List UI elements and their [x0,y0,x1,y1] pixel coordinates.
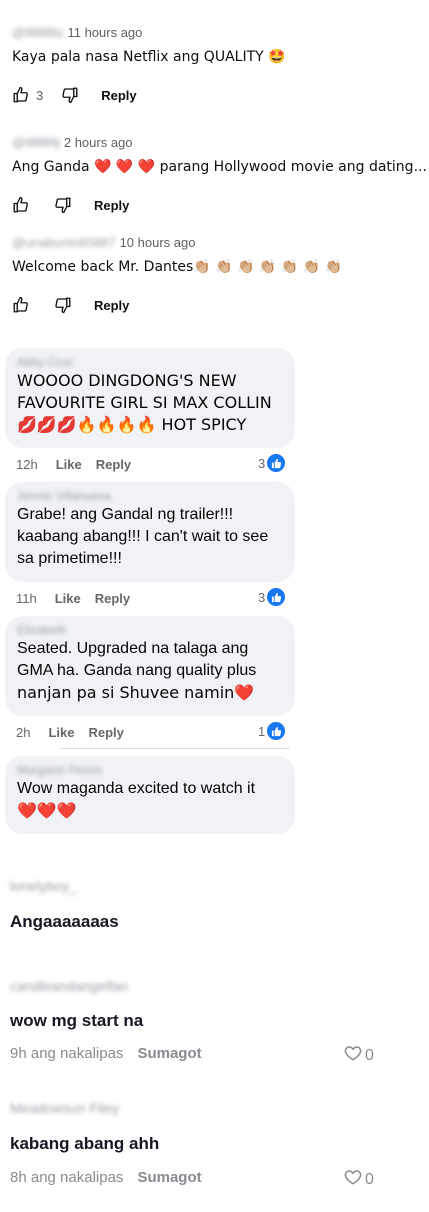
comment-time: 9h ang nakalipas [10,1045,124,1062]
comment-text: wow mg start na [10,1011,144,1030]
comment-line: Seated. Upgraded na talaga ang [17,640,249,657]
facebook-like-icon [267,722,286,740]
reply-button[interactable]: Sumagot [137,1169,201,1186]
commenter-name[interactable]: Jennie Villanueva [17,488,283,504]
reaction-count[interactable]: 3 [258,588,286,606]
commenter-name[interactable]: Meadowsun Filey [10,1100,119,1116]
thumbs-up-icon[interactable] [12,86,30,104]
comment-username[interactable]: @lllllllllllj [12,135,60,150]
comment-text: Ang Ganda ❤️ ❤️ ❤️ parang Hollywood movi… [12,159,427,175]
comment-time[interactable]: 12h [16,457,38,472]
fb-comment-bubble: Jennie Villanueva Grabe! ang Gandal ng t… [5,482,295,582]
comment-line: GMA ha. Ganda nang quality plus [17,662,257,679]
thumbs-down-icon[interactable] [54,296,72,314]
reply-button[interactable]: Reply [96,457,131,472]
thumbs-up-icon[interactable] [12,296,30,314]
comment-line: WOOOO DINGDONG'S NEW [17,371,237,390]
commenter-name[interactable]: Elizabeth [17,622,283,638]
reaction-count[interactable]: 1 [258,722,286,740]
comment-line: sa primetime!!! [17,550,122,567]
reply-button[interactable]: Reply [94,198,129,213]
comment-time[interactable]: 11h [16,591,37,606]
comment-timestamp[interactable]: 11 hours ago [67,25,142,40]
comment-text: Angaaaaaaas [10,912,119,931]
yt-comment: @lllllllllllz 11 hours ago Kaya pala nasa… [12,24,422,105]
comment-actions: 11h Like Reply [16,589,130,607]
heart-outline-icon[interactable] [344,1044,362,1067]
reply-button[interactable]: Reply [88,725,123,740]
comment-actions: 12h Like Reply [16,455,131,473]
comment-text: Welcome back Mr. Dantes👏🏼 👏🏼 👏🏼 👏🏼 👏🏼 👏🏼… [12,259,343,275]
fb-comment-bubble: Elizabeth Seated. Upgraded na talaga ang… [5,616,295,716]
reply-button[interactable]: Sumagot [137,1045,201,1062]
thumbs-down-icon[interactable] [61,86,79,104]
reaction-number: 1 [258,723,266,739]
like-control[interactable]: 0 [344,1044,374,1067]
facebook-like-icon [267,588,286,606]
like-control[interactable]: 0 [344,1168,374,1191]
commenter-name[interactable]: lonelyboy_ [10,878,77,894]
reaction-number: 3 [258,455,266,471]
thumbs-down-icon[interactable] [54,196,72,214]
reply-button[interactable]: Reply [95,591,130,606]
comment-actions: 2h Like Reply [16,723,124,741]
commenter-name[interactable]: Margaret Flores [17,762,283,778]
comment-meta: 9h ang nakalipas Sumagot [10,1045,202,1062]
commenter-name[interactable]: candleandangelfan [10,978,128,994]
like-button[interactable]: Like [48,725,74,740]
comment-time[interactable]: 2h [16,725,30,740]
comment-meta: 8h ang nakalipas Sumagot [10,1169,202,1186]
comment-timestamp[interactable]: 10 hours ago [120,235,196,250]
thread-divider [60,748,290,749]
comment-line: nanjan pa si Shuvee namin❤️ [17,683,255,702]
like-count: 3 [36,87,44,103]
commenter-name[interactable]: Abby Cruz [17,354,283,370]
comment-line: FAVOURITE GIRL SI MAX COLLIN [17,393,272,412]
like-count: 0 [365,1170,374,1188]
comment-line: ❤️❤️❤️ [17,801,77,820]
like-button[interactable]: Like [55,591,81,606]
comment-line: Grabe! ang Gandal ng trailer!!! [17,506,234,523]
reaction-count[interactable]: 3 [258,454,286,472]
yt-comment: @unabunto65887 10 hours ago Welcome back … [12,234,422,315]
comment-time: 8h ang nakalipas [10,1169,124,1186]
fb-comment-bubble: Margaret Flores Wow maganda excited to w… [5,756,295,834]
comment-timestamp[interactable]: 2 hours ago [64,135,133,150]
comment-line: kaabang abang!!! I can't wait to see [17,528,269,545]
comment-line: Wow maganda excited to watch it [17,780,256,797]
thumbs-up-icon[interactable] [12,196,30,214]
reply-button[interactable]: Reply [101,88,136,103]
comment-username[interactable]: @lllllllllllz [12,25,63,40]
fb-comment-bubble: Abby Cruz WOOOO DINGDONG'S NEW FAVOURITE… [5,348,295,448]
like-count: 0 [365,1046,374,1064]
comment-username[interactable]: @unabunto65887 [12,235,116,250]
comment-text: Kaya pala nasa Netflix ang QUALITY 🤩 [12,49,286,65]
heart-outline-icon[interactable] [344,1168,362,1191]
comment-line: 💋💋💋🔥🔥🔥🔥 HOT SPICY [17,415,247,434]
like-button[interactable]: Like [56,457,82,472]
facebook-like-icon [267,454,286,472]
reaction-number: 3 [258,589,266,605]
comment-text: kabang abang ahh [10,1134,160,1153]
yt-comment: @lllllllllllj 2 hours ago Ang Ganda ❤️ ❤️… [12,134,427,215]
reply-button[interactable]: Reply [94,298,129,313]
